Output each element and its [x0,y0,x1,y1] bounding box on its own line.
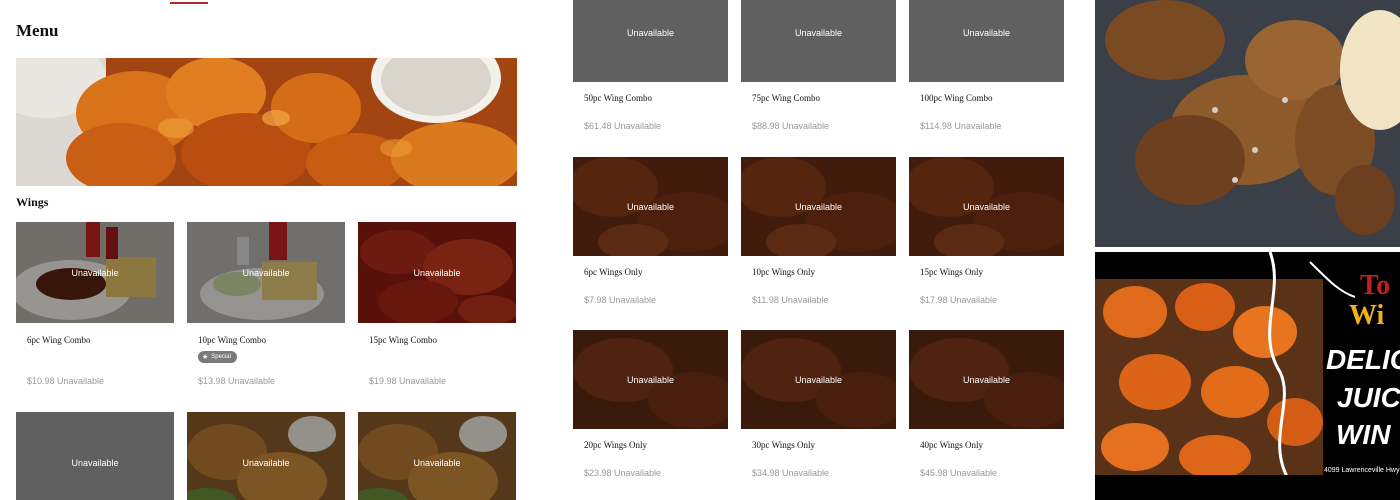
active-tab-indicator [170,2,208,4]
unavailable-overlay: Unavailable [187,222,345,323]
unavailable-overlay: Unavailable [573,330,728,429]
menu-item-card[interactable]: Unavailable 10pc Wing Combo ★ Special $1… [187,222,345,386]
menu-item-card[interactable]: Unavailable 15pc Wing Combo $19.98 Unava… [358,222,516,386]
menu-item-card[interactable]: Unavailable 100pc Wing Combo $114.98 Una… [909,0,1064,131]
item-price: $114.98 Unavailable [920,121,1002,131]
item-image: Unavailable [573,330,728,429]
unavailable-overlay: Unavailable [909,157,1064,256]
item-image: Unavailable [16,412,174,500]
item-name: 20pc Wings Only [584,440,647,450]
item-price: $45.98 Unavailable [920,468,998,478]
menu-item-card[interactable]: Unavailable 6pc Wings Only $7.98 Unavail… [573,157,728,305]
unavailable-overlay: Unavailable [71,457,119,468]
unavailable-overlay: Unavailable [909,330,1064,429]
unavailable-overlay: Unavailable [741,157,896,256]
item-image: Unavailable [187,412,345,500]
item-name: 6pc Wings Only [584,267,643,277]
section-title-wings: Wings [16,195,49,209]
item-price: $7.98 Unavailable [584,295,657,305]
unavailable-overlay: Unavailable [626,27,675,38]
item-name: 100pc Wing Combo [920,93,993,103]
item-image: Unavailable [741,330,896,429]
menu-item-card[interactable]: Unavailable 50pc Wing Combo $61.48 Unava… [573,0,728,131]
item-price: $61.48 Unavailable [584,121,662,131]
item-name: 6pc Wing Combo [27,335,91,345]
promo-line-1: DELICI [1326,344,1400,375]
menu-item-card[interactable]: Unavailable 20pc Wings Only $23.98 Unava… [573,330,728,478]
menu-item-card[interactable]: Unavailable [187,412,345,500]
item-price: $19.98 Unavailable [369,376,447,386]
promo-line-2: JUIC [1337,382,1400,413]
unavailable-overlay: Unavailable [794,27,843,38]
item-price: $17.98 Unavailable [920,295,998,305]
unavailable-overlay: Unavailable [573,157,728,256]
item-image: Unavailable [358,412,516,500]
promo-headline-1: To [1360,270,1391,301]
promo-headline-2: Wi [1349,300,1385,331]
menu-item-card[interactable]: Unavailable 10pc Wings Only $11.98 Unava… [741,157,896,305]
menu-item-card[interactable]: Unavailable 6pc Wing Combo $10.98 Unavai… [16,222,174,386]
promo-banner: To Wi DELICI JUIC WIN 4099 Lawrenceville… [1095,252,1400,500]
badge-label: Special [211,354,231,360]
menu-item-card[interactable]: Unavailable 30pc Wings Only $34.98 Unava… [741,330,896,478]
item-price: $34.98 Unavailable [752,468,830,478]
item-price: $10.98 Unavailable [27,376,105,386]
item-image: Unavailable [187,222,345,323]
item-price: $11.98 Unavailable [752,295,829,305]
item-image: Unavailable [741,157,896,256]
special-badge: ★ Special [198,351,237,363]
item-image: Unavailable [16,222,174,323]
menu-title: Menu [16,21,59,40]
item-name: 10pc Wing Combo [198,335,266,345]
item-name: 40pc Wings Only [920,440,983,450]
menu-item-card[interactable]: Unavailable 15pc Wings Only $17.98 Unava… [909,157,1064,305]
unavailable-overlay: Unavailable [187,412,345,500]
menu-item-card[interactable]: Unavailable [358,412,516,500]
promo-line-3: WIN [1336,419,1391,450]
menu-item-card[interactable]: Unavailable [16,412,174,500]
wings-hero-image [16,58,517,186]
menu-item-card[interactable]: Unavailable 75pc Wing Combo $88.98 Unava… [741,0,896,131]
unavailable-overlay: Unavailable [358,412,516,500]
unavailable-overlay: Unavailable [358,222,516,323]
item-image: Unavailable [741,0,896,82]
menu-item-card[interactable]: Unavailable 40pc Wings Only $45.98 Unava… [909,330,1064,478]
item-image: Unavailable [573,157,728,256]
item-name: 50pc Wing Combo [584,93,652,103]
unavailable-overlay: Unavailable [741,330,896,429]
item-price: $13.98 Unavailable [198,376,276,386]
item-name: 15pc Wings Only [920,267,983,277]
unavailable-overlay: Unavailable [16,222,174,323]
item-name: 15pc Wing Combo [369,335,437,345]
item-price: $88.98 Unavailable [752,121,830,131]
item-image: Unavailable [909,157,1064,256]
item-name: 30pc Wings Only [752,440,815,450]
promo-address: 4099 Lawrenceville Hwy [1324,467,1400,474]
unavailable-overlay: Unavailable [962,27,1011,38]
item-image: Unavailable [909,330,1064,429]
item-name: 75pc Wing Combo [752,93,820,103]
item-image: Unavailable [909,0,1064,82]
wings-fries-photo [1095,0,1400,247]
star-icon: ★ [202,353,209,361]
item-price: $23.98 Unavailable [584,468,662,478]
item-name: 10pc Wings Only [752,267,815,277]
item-image: Unavailable [358,222,516,323]
item-image: Unavailable [573,0,728,82]
